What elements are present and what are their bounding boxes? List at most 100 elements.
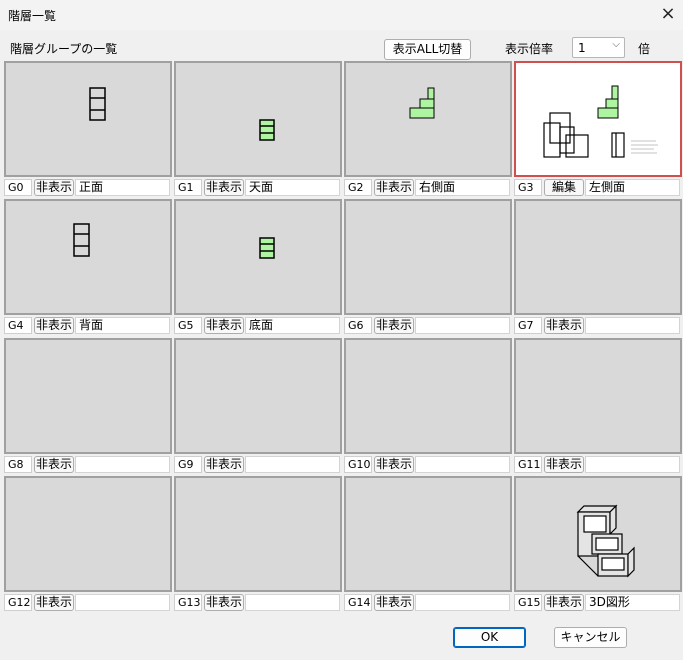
group-preview[interactable] bbox=[174, 338, 342, 454]
group-cell-g5: G5 非表示 底面 bbox=[174, 199, 342, 335]
zoom-unit: 倍 bbox=[638, 42, 651, 56]
ok-button[interactable]: OK bbox=[453, 627, 526, 648]
group-preview[interactable] bbox=[4, 338, 172, 454]
group-preview[interactable] bbox=[4, 61, 172, 177]
group-cell-g0: G0 非表示 正面 bbox=[4, 61, 172, 197]
group-preview[interactable] bbox=[514, 61, 682, 177]
group-id: G4 bbox=[4, 317, 32, 334]
group-id: G14 bbox=[344, 594, 372, 611]
group-id: G6 bbox=[344, 317, 372, 334]
group-id: G2 bbox=[344, 179, 372, 196]
cancel-button[interactable]: キャンセル bbox=[554, 627, 627, 648]
group-cell-g8: G8 非表示 bbox=[4, 338, 172, 474]
group-thumbnail bbox=[543, 85, 658, 158]
group-preview[interactable] bbox=[174, 61, 342, 177]
group-preview[interactable] bbox=[344, 476, 512, 592]
hide-button[interactable]: 非表示 bbox=[374, 456, 414, 473]
hide-button[interactable]: 非表示 bbox=[34, 456, 74, 473]
group-cell-g11: G11 非表示 bbox=[514, 338, 682, 474]
group-name-field[interactable] bbox=[415, 317, 510, 334]
group-preview[interactable] bbox=[514, 338, 682, 454]
group-preview[interactable] bbox=[344, 61, 512, 177]
group-cell-g1: G1 非表示 天面 bbox=[174, 61, 342, 197]
group-cell-g7: G7 非表示 bbox=[514, 199, 682, 335]
hide-button[interactable]: 非表示 bbox=[374, 317, 414, 334]
group-thumbnail bbox=[89, 87, 106, 121]
group-name-field[interactable] bbox=[245, 456, 340, 473]
group-thumbnail bbox=[259, 119, 275, 141]
group-cell-g10: G10 非表示 bbox=[344, 338, 512, 474]
group-id: G9 bbox=[174, 456, 202, 473]
hide-button[interactable]: 非表示 bbox=[34, 594, 74, 611]
group-preview[interactable] bbox=[344, 338, 512, 454]
hide-button[interactable]: 非表示 bbox=[34, 317, 74, 334]
group-name-field[interactable]: 底面 bbox=[245, 317, 340, 334]
group-cell-g13: G13 非表示 bbox=[174, 476, 342, 612]
group-cell-g15: G15 非表示 3D図形 bbox=[514, 476, 682, 612]
group-id: G15 bbox=[514, 594, 542, 611]
chevron-down-icon: ⌵ bbox=[612, 39, 620, 50]
hide-button[interactable]: 非表示 bbox=[544, 456, 584, 473]
group-cell-g2: G2 非表示 右側面 bbox=[344, 61, 512, 197]
edit-button[interactable]: 編集 bbox=[544, 179, 584, 196]
group-preview[interactable] bbox=[514, 476, 682, 592]
group-grid: G0 非表示 正面 G1 非表示 天面 G2 非表示 右側面 G3 編集 左側面 G4 非表示 背面 G5 非表… bbox=[4, 61, 682, 615]
group-cell-g3: G3 編集 左側面 bbox=[514, 61, 682, 197]
group-thumbnail bbox=[73, 223, 90, 257]
title-bar: 階層一覧 × bbox=[0, 0, 683, 30]
group-id: G10 bbox=[344, 456, 372, 473]
group-id: G7 bbox=[514, 317, 542, 334]
group-name-field[interactable]: 正面 bbox=[75, 179, 170, 196]
hide-button[interactable]: 非表示 bbox=[544, 594, 584, 611]
group-name-field[interactable]: 背面 bbox=[75, 317, 170, 334]
group-name-field[interactable]: 3D図形 bbox=[585, 594, 680, 611]
group-name-field[interactable] bbox=[75, 456, 170, 473]
group-name-field[interactable]: 右側面 bbox=[415, 179, 510, 196]
zoom-select[interactable]: 1 ⌵ bbox=[572, 37, 625, 58]
group-preview[interactable] bbox=[174, 199, 342, 315]
group-cell-g14: G14 非表示 bbox=[344, 476, 512, 612]
group-preview[interactable] bbox=[344, 199, 512, 315]
group-id: G5 bbox=[174, 317, 202, 334]
hide-button[interactable]: 非表示 bbox=[374, 594, 414, 611]
group-preview[interactable] bbox=[174, 476, 342, 592]
hide-button[interactable]: 非表示 bbox=[204, 179, 244, 196]
group-id: G13 bbox=[174, 594, 202, 611]
group-cell-g4: G4 非表示 背面 bbox=[4, 199, 172, 335]
hide-button[interactable]: 非表示 bbox=[34, 179, 74, 196]
close-icon[interactable]: × bbox=[653, 0, 683, 30]
group-cell-g9: G9 非表示 bbox=[174, 338, 342, 474]
group-cell-g6: G6 非表示 bbox=[344, 199, 512, 335]
toggle-all-visibility-button[interactable]: 表示ALL切替 bbox=[384, 39, 471, 60]
group-id: G8 bbox=[4, 456, 32, 473]
group-preview[interactable] bbox=[4, 476, 172, 592]
group-name-field[interactable] bbox=[75, 594, 170, 611]
group-name-field[interactable] bbox=[585, 456, 680, 473]
hide-button[interactable]: 非表示 bbox=[204, 456, 244, 473]
group-thumbnail bbox=[576, 504, 635, 578]
group-id: G12 bbox=[4, 594, 32, 611]
group-list-label: 階層グループの一覧 bbox=[10, 42, 118, 56]
group-name-field[interactable] bbox=[415, 456, 510, 473]
hide-button[interactable]: 非表示 bbox=[374, 179, 414, 196]
group-name-field[interactable] bbox=[245, 594, 340, 611]
group-id: G3 bbox=[514, 179, 542, 196]
group-id: G0 bbox=[4, 179, 32, 196]
hide-button[interactable]: 非表示 bbox=[544, 317, 584, 334]
zoom-label: 表示倍率 bbox=[505, 42, 554, 56]
hide-button[interactable]: 非表示 bbox=[204, 317, 244, 334]
group-thumbnail bbox=[409, 87, 435, 119]
zoom-value: 1 bbox=[578, 41, 586, 55]
group-name-field[interactable]: 天面 bbox=[245, 179, 340, 196]
group-name-field[interactable]: 左側面 bbox=[585, 179, 680, 196]
group-name-field[interactable] bbox=[585, 317, 680, 334]
group-id: G11 bbox=[514, 456, 542, 473]
group-id: G1 bbox=[174, 179, 202, 196]
group-name-field[interactable] bbox=[415, 594, 510, 611]
group-preview[interactable] bbox=[514, 199, 682, 315]
hide-button[interactable]: 非表示 bbox=[204, 594, 244, 611]
group-thumbnail bbox=[259, 237, 275, 259]
window-title: 階層一覧 bbox=[8, 9, 57, 23]
group-cell-g12: G12 非表示 bbox=[4, 476, 172, 612]
group-preview[interactable] bbox=[4, 199, 172, 315]
